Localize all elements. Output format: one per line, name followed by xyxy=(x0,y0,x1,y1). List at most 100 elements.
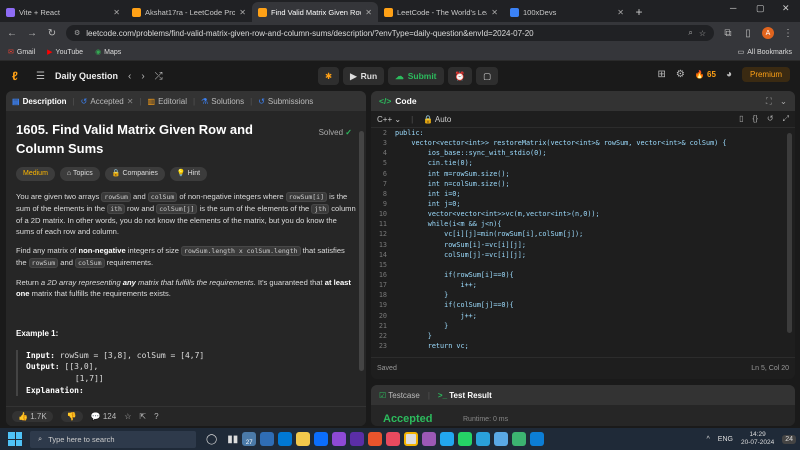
clock[interactable]: 14:29 20-07-2024 xyxy=(741,431,774,447)
github-icon[interactable] xyxy=(422,432,437,446)
companies-chip[interactable]: 🔒 Companies xyxy=(104,166,165,182)
url-bar[interactable]: ⚙ leetcode.com/problems/find-valid-matri… xyxy=(66,25,714,41)
task-view-icon[interactable]: ◯ xyxy=(206,434,217,445)
vscode-icon[interactable] xyxy=(440,432,455,446)
url-text[interactable]: leetcode.com/problems/find-valid-matrix-… xyxy=(86,29,682,38)
code-line[interactable]: 7 int n=colSum.size(); xyxy=(371,180,795,190)
tab-testcase[interactable]: ☑ Testcase xyxy=(379,391,420,400)
tab-solutions[interactable]: ⚗ Solutions xyxy=(201,97,244,106)
browser-menu-icon[interactable]: ⋮ xyxy=(782,28,794,39)
bookmark-icon[interactable]: ▯ xyxy=(739,114,743,124)
window-close-icon[interactable]: ✕ xyxy=(782,3,790,14)
tab-description[interactable]: ▤ Description xyxy=(12,97,67,106)
autosave-toggle[interactable]: 🔒 Auto xyxy=(423,115,451,124)
timer-button[interactable]: ⏰ xyxy=(447,67,473,85)
settings-gear-icon[interactable]: ⚙ xyxy=(676,69,685,80)
taskbar-search[interactable]: ⌕ Type here to search xyxy=(30,430,196,448)
code-line[interactable]: 3 vector<vector<int>> restoreMatrix(vect… xyxy=(371,139,795,149)
visual-studio-icon[interactable] xyxy=(332,432,347,446)
close-tab-icon[interactable]: ✕ xyxy=(365,8,372,17)
code-line[interactable]: 9 int j=0; xyxy=(371,200,795,210)
favorite-star-icon[interactable]: ☆ xyxy=(124,412,131,421)
reset-icon[interactable]: ↺ xyxy=(767,114,774,124)
code-line[interactable]: 22 } xyxy=(371,332,795,342)
telegram-icon[interactable] xyxy=(476,432,491,446)
widgets-icon[interactable]: ▮▮ xyxy=(227,434,238,445)
close-tab-icon[interactable]: ✕ xyxy=(113,8,120,17)
app-icon[interactable] xyxy=(494,432,509,446)
maximize-icon[interactable]: ▢ xyxy=(756,3,765,14)
onenote-icon[interactable] xyxy=(350,432,365,446)
code-line[interactable]: 2 public: xyxy=(371,129,795,139)
mail-icon[interactable] xyxy=(314,432,329,446)
tab-accepted[interactable]: ↺ Accepted ✕ xyxy=(81,97,134,106)
braces-icon[interactable]: {} xyxy=(753,114,758,124)
code-line[interactable]: 13 rowSum[i]-=vc[i][j]; xyxy=(371,241,795,251)
close-tab-icon[interactable]: ✕ xyxy=(491,8,498,17)
profile-avatar[interactable]: A xyxy=(762,27,774,39)
code-line[interactable]: 14 colSum[j]-=vc[i][j]; xyxy=(371,251,795,261)
editor-scrollbar[interactable] xyxy=(787,133,792,333)
dislike-button[interactable]: 👎 xyxy=(60,411,83,422)
code-line[interactable]: 12 vc[i][j]=min(rowSum[i],colSum[j]); xyxy=(371,230,795,240)
close-tab-icon[interactable]: ✕ xyxy=(617,8,624,17)
language-indicator[interactable]: ENG xyxy=(718,436,733,443)
code-line[interactable]: 4 ios_base::sync_with_stdio(0); xyxy=(371,149,795,159)
prev-problem-icon[interactable]: ‹ xyxy=(128,71,131,82)
user-avatar[interactable]: ◕ xyxy=(726,69,732,80)
topics-chip[interactable]: ⌂ Topics xyxy=(59,166,100,182)
daily-question-link[interactable]: Daily Question xyxy=(55,71,118,81)
pdf-icon[interactable] xyxy=(386,432,401,446)
code-line[interactable]: 10 vector<vector<int>>vc(m,vector<int>(n… xyxy=(371,210,795,220)
like-button[interactable]: 👍 1.7K xyxy=(12,411,53,422)
code-editor[interactable]: 2 public: 3 vector<vector<int>> restoreMat… xyxy=(371,129,795,354)
problem-list-icon[interactable]: ☰ xyxy=(36,71,45,82)
bookmark-maps[interactable]: ◉ Maps xyxy=(95,48,121,57)
hint-chip[interactable]: 💡 Hint xyxy=(169,166,208,182)
forward-icon[interactable]: → xyxy=(26,28,38,39)
help-icon[interactable]: ? xyxy=(154,412,158,421)
description-scrollbar[interactable] xyxy=(359,131,364,371)
code-line[interactable]: 5 cin.tie(0); xyxy=(371,159,795,169)
code-line[interactable]: 17 i++; xyxy=(371,281,795,291)
tray-chevron-icon[interactable]: ^ xyxy=(706,436,709,443)
code-line[interactable]: 11 while(i<m && j<n){ xyxy=(371,220,795,230)
file-explorer-icon[interactable] xyxy=(260,432,275,446)
windows-start-icon[interactable] xyxy=(8,432,22,446)
code-line[interactable]: 6 int m=rowSum.size(); xyxy=(371,170,795,180)
store-icon[interactable] xyxy=(278,432,293,446)
browser-tab-active[interactable]: Find Valid Matrix Given Row an ✕ xyxy=(252,2,378,22)
premium-button[interactable]: Premium xyxy=(741,67,790,82)
language-select[interactable]: C++ ⌄ xyxy=(377,115,401,124)
submit-button[interactable]: ☁ Submit xyxy=(388,67,444,85)
browser-tab[interactable]: LeetCode - The World's Leadin ✕ xyxy=(378,2,504,22)
weather-icon[interactable]: 27 xyxy=(242,432,257,446)
sidepanel-icon[interactable]: ▯ xyxy=(742,28,754,39)
browser-tab[interactable]: Vite + React ✕ xyxy=(0,2,126,22)
fullscreen-icon[interactable]: ⤢ xyxy=(783,114,789,124)
app-icon[interactable] xyxy=(512,432,527,446)
bookmark-youtube[interactable]: ▶ YouTube xyxy=(47,48,83,57)
browser-tab[interactable]: 100xDevs ✕ xyxy=(504,2,630,22)
close-tab-icon[interactable]: ✕ xyxy=(239,8,246,17)
notes-button[interactable]: ▢ xyxy=(476,67,499,85)
maximize-panel-icon[interactable]: ⛶ xyxy=(766,96,772,107)
streak-counter[interactable]: 🔥 65 xyxy=(695,70,716,79)
debug-button[interactable]: ✱ xyxy=(318,67,340,85)
code-line[interactable]: 21 } xyxy=(371,322,795,332)
collapse-panel-icon[interactable]: ⌄ xyxy=(780,96,787,107)
layout-icon[interactable]: ⊞ xyxy=(657,69,665,80)
whatsapp-icon[interactable] xyxy=(458,432,473,446)
code-line[interactable]: 19 if(colSum[j]==0){ xyxy=(371,301,795,311)
run-button[interactable]: ▶ Run xyxy=(343,67,385,85)
code-line[interactable]: 15 xyxy=(371,261,795,271)
share-icon[interactable]: ⇱ xyxy=(139,412,146,421)
code-line[interactable]: 16 if(rowSum[i]==0){ xyxy=(371,271,795,281)
code-line[interactable]: 8 int i=0; xyxy=(371,190,795,200)
edge-icon[interactable] xyxy=(530,432,545,446)
notification-badge[interactable]: 24 xyxy=(782,434,796,444)
bookmark-star-icon[interactable]: ☆ xyxy=(699,29,706,38)
tab-submissions[interactable]: ↺ Submissions xyxy=(258,97,313,106)
folder-icon[interactable] xyxy=(296,432,311,446)
all-bookmarks[interactable]: ▭ All Bookmarks xyxy=(738,48,792,57)
